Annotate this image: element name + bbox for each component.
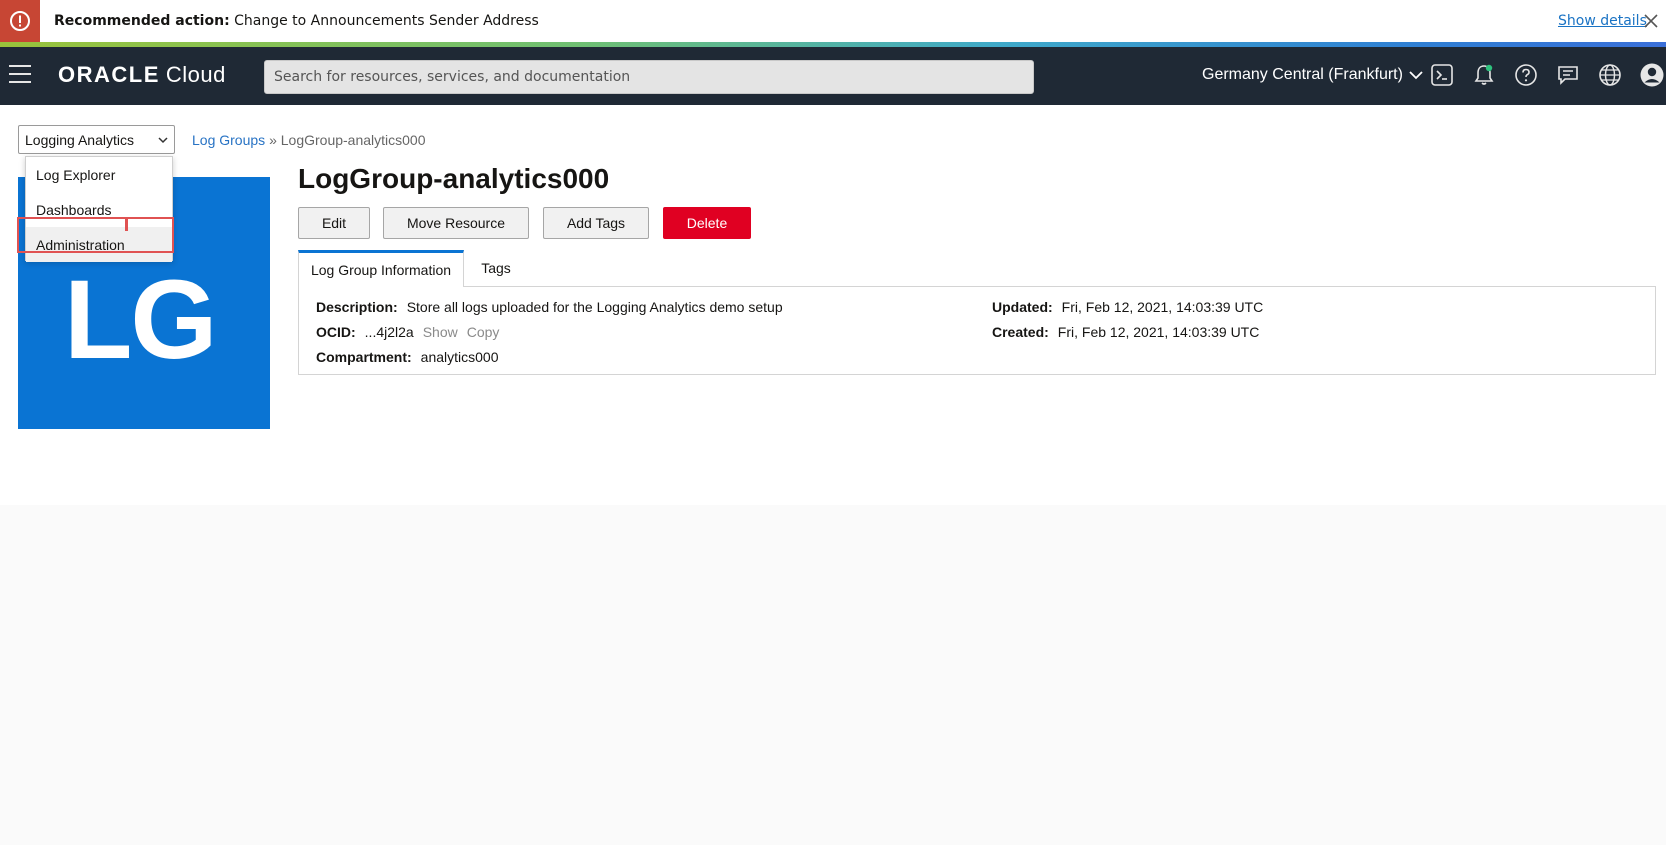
close-icon[interactable]: [1642, 12, 1660, 30]
created-label: Created:: [992, 324, 1049, 340]
logo-brand: ORACLE: [58, 62, 160, 87]
compartment-value: analytics000: [420, 349, 499, 365]
region-selector[interactable]: Germany Central (Frankfurt): [1202, 66, 1423, 84]
region-label: Germany Central (Frankfurt): [1202, 66, 1403, 83]
service-selector-label: Logging Analytics: [25, 131, 134, 148]
oracle-cloud-logo[interactable]: ORACLE Cloud: [58, 62, 226, 88]
add-tags-button[interactable]: Add Tags: [543, 207, 649, 239]
move-resource-button[interactable]: Move Resource: [383, 207, 529, 239]
delete-button[interactable]: Delete: [663, 207, 751, 239]
banner-message-text: Change to Announcements Sender Address: [234, 13, 539, 29]
log-group-info-panel: Description: Store all logs uploaded for …: [298, 286, 1656, 375]
tab-tags[interactable]: Tags: [464, 250, 528, 286]
ocid-label: OCID:: [316, 324, 356, 340]
updated-label: Updated:: [992, 299, 1053, 315]
updated-row: Updated: Fri, Feb 12, 2021, 14:03:39 UTC: [992, 299, 1263, 315]
highlight-annotation-marker: [125, 219, 128, 231]
cloud-shell-icon[interactable]: [1428, 61, 1456, 89]
menu-item-administration[interactable]: Administration: [26, 227, 172, 262]
banner-message: Recommended action: Change to Announceme…: [54, 13, 539, 29]
menu-item-log-explorer[interactable]: Log Explorer: [26, 157, 172, 192]
description-value: Store all logs uploaded for the Logging …: [406, 299, 783, 315]
main-content: Logging Analytics Log Groups » LogGroup-…: [0, 105, 1666, 505]
service-dropdown-menu: Log Explorer Dashboards Administration: [25, 156, 173, 262]
breadcrumb: Log Groups » LogGroup-analytics000: [192, 132, 426, 148]
chat-icon[interactable]: [1554, 61, 1582, 89]
breadcrumb-current: LogGroup-analytics000: [280, 132, 426, 148]
breadcrumb-log-groups-link[interactable]: Log Groups: [192, 132, 265, 148]
chevron-down-icon: [1409, 71, 1423, 80]
updated-value: Fri, Feb 12, 2021, 14:03:39 UTC: [1061, 299, 1264, 315]
page-title: LogGroup-analytics000: [298, 163, 610, 194]
description-row: Description: Store all logs uploaded for …: [316, 299, 783, 315]
ocid-copy-link[interactable]: Copy: [467, 324, 500, 340]
created-value: Fri, Feb 12, 2021, 14:03:39 UTC: [1057, 324, 1260, 340]
tab-log-group-information[interactable]: Log Group Information: [298, 250, 464, 287]
alert-icon: [0, 0, 40, 42]
profile-icon[interactable]: [1638, 61, 1666, 89]
top-navigation-bar: ORACLECloud Germany Central (Frankfurt): [0, 47, 1666, 105]
chevron-down-icon: [158, 136, 168, 143]
banner-label: Recommended action:: [54, 13, 230, 29]
description-label: Description:: [316, 299, 398, 315]
log-group-tile-text: LG: [64, 257, 218, 382]
compartment-row: Compartment: analytics000: [316, 349, 499, 365]
menu-item-dashboards[interactable]: Dashboards: [26, 192, 172, 227]
ocid-value: ...4j2l2a: [364, 324, 414, 340]
globe-icon[interactable]: [1596, 61, 1624, 89]
edit-button[interactable]: Edit: [298, 207, 370, 239]
search-input[interactable]: [264, 60, 1034, 94]
bell-icon[interactable]: [1470, 61, 1498, 89]
logo-product: Cloud: [165, 62, 226, 87]
ocid-row: OCID: ...4j2l2a Show Copy: [316, 324, 499, 340]
compartment-label: Compartment:: [316, 349, 412, 365]
service-selector[interactable]: Logging Analytics: [18, 125, 175, 154]
ocid-show-link[interactable]: Show: [423, 324, 458, 340]
created-row: Created: Fri, Feb 12, 2021, 14:03:39 UTC: [992, 324, 1259, 340]
show-details-link[interactable]: Show details: [1558, 13, 1647, 29]
page-background: [0, 505, 1666, 845]
breadcrumb-separator: »: [269, 132, 277, 148]
hamburger-menu-icon[interactable]: [9, 65, 31, 83]
announcement-banner: Recommended action: Change to Announceme…: [0, 0, 1666, 42]
help-icon[interactable]: [1512, 61, 1540, 89]
